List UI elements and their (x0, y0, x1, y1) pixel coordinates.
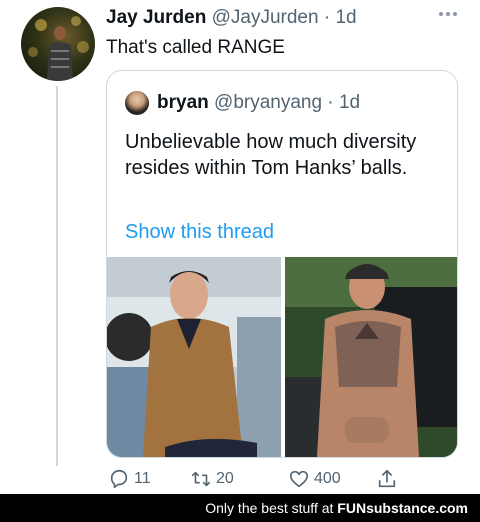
thread-line (56, 86, 58, 466)
like-count: 400 (314, 470, 341, 487)
tweet-header: Jay Jurden @JayJurden · 1d (106, 6, 357, 30)
quoted-tweet-text: Unbelievable how much diversity resides … (125, 131, 417, 179)
reply-icon (110, 469, 128, 489)
reply-count: 11 (134, 470, 151, 487)
author-handle[interactable]: @JayJurden (212, 7, 319, 28)
heart-icon (289, 470, 309, 488)
share-icon (378, 469, 396, 488)
footer-tagline: Only the best stuff at FUNsubstance.com (205, 500, 468, 516)
share-button[interactable] (376, 466, 402, 492)
photo-man-tattooed-torso[interactable] (285, 257, 457, 457)
quoted-tweet-card[interactable]: bryan @bryanyang · 1d Unbelievable how m… (106, 70, 458, 458)
photo-man-in-jacket[interactable] (107, 257, 281, 457)
separator-dot: · (327, 92, 334, 113)
separator-dot: · (323, 7, 331, 28)
author-avatar[interactable] (21, 7, 95, 81)
quoted-author-name: bryan (157, 92, 209, 113)
retweet-count: 20 (216, 470, 234, 487)
quoted-tweet-header: bryan @bryanyang · 1d (157, 91, 360, 115)
avatar-photo (28, 16, 89, 81)
more-dots-icon[interactable] (436, 6, 460, 22)
retweet-button[interactable]: 20 (190, 466, 234, 492)
author-name[interactable]: Jay Jurden (106, 7, 206, 28)
tweet-time[interactable]: 1d (335, 7, 356, 28)
tweet-actions: 11 20 400 (106, 466, 458, 492)
quoted-author-handle: @bryanyang (214, 92, 323, 113)
quoted-tweet-media (107, 257, 457, 457)
footer-text: Only the best stuff at (205, 500, 334, 516)
footer-brand[interactable]: FUNsubstance.com (337, 500, 468, 516)
watermark-footer: Only the best stuff at FUNsubstance.com (0, 494, 480, 522)
quoted-author-avatar (125, 91, 149, 115)
reply-button[interactable]: 11 (108, 466, 151, 492)
quoted-tweet-time: 1d (338, 92, 361, 113)
retweet-icon (191, 471, 211, 487)
like-button[interactable]: 400 (288, 466, 341, 492)
tweet-text: That's called RANGE (106, 37, 285, 58)
show-thread-link[interactable]: Show this thread (125, 219, 274, 245)
